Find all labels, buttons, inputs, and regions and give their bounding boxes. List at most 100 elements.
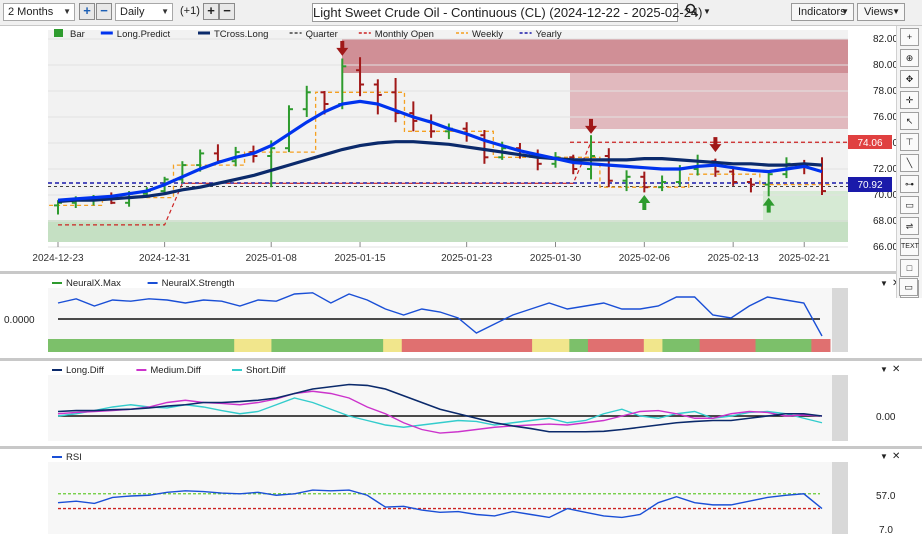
neuralx-max-block xyxy=(290,339,310,352)
price-tag-red xyxy=(848,135,892,149)
chart-area[interactable]: 82.00 80.00 78.00 76.00 74.00 72.00 70.00 68.00… xyxy=(0,0,922,538)
ohlc-bar xyxy=(587,135,596,180)
ohlc-bar xyxy=(764,170,773,197)
note-icon[interactable]: ▭ xyxy=(900,196,919,214)
views-label: Views xyxy=(864,6,894,18)
rsi-chart xyxy=(57,489,823,519)
neuralx-expand-icon[interactable]: ▼ xyxy=(880,279,888,288)
date-tick-label: 2025-01-30 xyxy=(530,253,582,264)
ohlc-bar xyxy=(373,79,382,115)
neuralx-max-block xyxy=(774,339,794,352)
price-tick-label: 68.00 xyxy=(873,216,898,227)
neuralx-max-block xyxy=(494,339,514,352)
ohlc-bar xyxy=(515,143,524,159)
rsi-axis-label-upper: 57.0 xyxy=(876,491,896,502)
measure-icon[interactable]: ⊶ xyxy=(900,175,919,193)
price-tick-label: 72.00 xyxy=(873,164,898,175)
date-tick-label: 2025-02-21 xyxy=(779,253,831,264)
remove-period-button[interactable]: − xyxy=(96,3,112,20)
chevron-down-icon: ▼ xyxy=(161,7,169,16)
neuralx-max-block xyxy=(48,339,68,352)
period-select[interactable]: 2 Months ▼ xyxy=(3,3,75,21)
symbol-title[interactable]: Light Sweet Crude Oil - Continuous (CL) … xyxy=(312,3,702,22)
diff-panel[interactable] xyxy=(0,361,922,446)
ohlc-bar xyxy=(711,158,720,177)
legend-label: TCross.Long xyxy=(214,29,268,40)
ohlc-bar xyxy=(196,149,205,172)
search-icon[interactable] xyxy=(685,3,699,20)
neuralx-chart xyxy=(48,292,831,352)
rsi-expand-icon[interactable]: ▼ xyxy=(880,452,888,461)
views-button[interactable]: Views ▼ xyxy=(857,3,905,21)
rsi-legend: RSI xyxy=(52,452,82,463)
ohlc-bar xyxy=(462,122,471,142)
collapse-icon[interactable]: ▭ xyxy=(899,278,918,296)
rectangle-icon[interactable]: □ xyxy=(900,259,919,277)
diff-close-icon[interactable]: ✕ xyxy=(892,364,900,375)
weekly-line xyxy=(49,91,831,207)
neuralx-max-block xyxy=(643,339,663,352)
cursor-icon[interactable]: ↖ xyxy=(900,112,919,130)
tcross-long-line xyxy=(57,140,823,204)
neuralx-max-block xyxy=(234,339,254,352)
price-tick-label: 80.00 xyxy=(873,60,898,71)
ohlc-bar xyxy=(356,57,365,97)
line-icon[interactable]: ╲ xyxy=(900,154,919,172)
ohlc-bar xyxy=(338,58,347,110)
interval-select[interactable]: Daily ▼ xyxy=(115,3,173,21)
diff-expand-icon[interactable]: ▼ xyxy=(880,365,888,374)
search-dropdown-icon[interactable]: ▼ xyxy=(703,7,711,16)
channel-icon[interactable]: ⇌ xyxy=(900,217,919,235)
rsi-panel[interactable] xyxy=(0,449,922,538)
ohlc-bar xyxy=(533,149,542,171)
neuralx-max-block xyxy=(271,339,291,352)
crosshair-icon[interactable]: ✛ xyxy=(900,91,919,109)
ohlc-bar xyxy=(604,148,613,188)
neuralx-max-block xyxy=(755,339,775,352)
price-tick-label: 74.00 xyxy=(873,138,898,149)
neuralx-max-block xyxy=(345,339,366,352)
neuralx-max-block xyxy=(476,339,496,352)
sell-arrow-shaft xyxy=(589,118,594,127)
neuralx-max-block xyxy=(159,339,179,352)
buy-arrow-shaft xyxy=(642,202,647,210)
candles xyxy=(54,57,826,215)
zoom-in-icon[interactable]: ⊕ xyxy=(900,49,919,67)
legend-label: Long.Diff xyxy=(66,365,104,376)
sell-arrow-shaft xyxy=(713,137,718,146)
price-panel[interactable] xyxy=(0,26,896,272)
diff-chart xyxy=(57,383,823,434)
pan-icon[interactable]: ✥ xyxy=(900,70,919,88)
add-period-button[interactable]: + xyxy=(79,3,95,20)
neuralx-legend: NeuralX.Max NeuralX.Strength xyxy=(52,278,234,289)
rsi-scroll-shade xyxy=(832,462,848,534)
offset-label: (+1) xyxy=(180,5,200,17)
neuralx-max-block xyxy=(252,339,272,352)
legend-label: Bar xyxy=(70,29,85,40)
resistance-zone-lower xyxy=(570,73,848,129)
long-diff-line xyxy=(57,383,823,433)
neuralx-max-block xyxy=(103,339,123,352)
rsi-close-icon[interactable]: ✕ xyxy=(892,451,900,462)
fib-icon[interactable]: ⊤ xyxy=(900,133,919,151)
neuralx-max-block xyxy=(364,339,384,352)
neuralx-max-block xyxy=(420,339,440,352)
monthly-open-history xyxy=(58,141,592,226)
zoom-plus-button[interactable]: + xyxy=(203,3,219,20)
neuralx-max-block xyxy=(439,339,459,352)
ohlc-bar xyxy=(409,101,418,132)
plus-icon[interactable]: + xyxy=(900,28,919,46)
chart-toolbar: 2 Months ▼ + − Daily ▼ (+1) + − Light Sw… xyxy=(0,0,922,26)
price-tick-label: 70.00 xyxy=(873,190,898,201)
diff-scroll-shade xyxy=(832,375,848,441)
neuralx-max-block xyxy=(681,339,701,352)
neuralx-max-block xyxy=(532,339,552,352)
price-tag-blue-text: 70.92 xyxy=(857,180,882,191)
neuralx-scroll-shade xyxy=(832,288,848,352)
drawing-tools-sidebar: + ⊕ ✥ ✛ ↖ ⊤ ╲ ⊶ ▭ ⇌ TEXT □ ○ xyxy=(896,26,922,298)
zoom-minus-button[interactable]: − xyxy=(219,3,235,20)
ohlc-bar xyxy=(302,85,311,117)
neuralx-panel[interactable] xyxy=(0,274,922,358)
text-icon[interactable]: TEXT xyxy=(900,238,919,256)
indicators-button[interactable]: Indicators ▼ xyxy=(791,3,854,21)
